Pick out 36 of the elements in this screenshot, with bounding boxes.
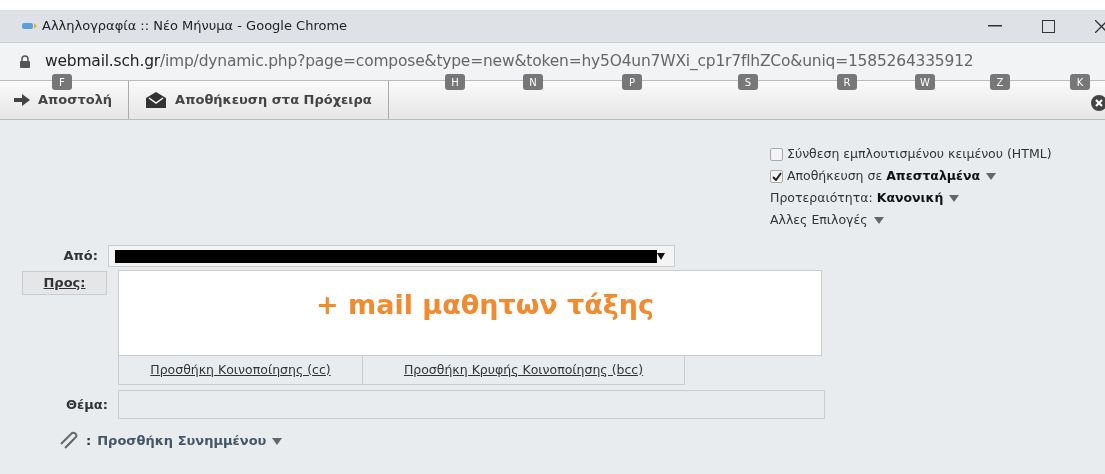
shortcut-key-badge: P [622,74,642,90]
envelope-icon [145,91,168,109]
annotation-text: + mail μαθητων τάξης [315,288,654,322]
from-label: Από: [62,247,99,266]
lock-icon [20,55,30,68]
option-label[interactable]: Αλλες Επιλογές [770,210,868,230]
caret-icon [657,252,665,260]
site-logo-icon [22,22,38,30]
window-title: Αλληλογραφία :: Νέο Μήνυμα - Google Chrome [42,17,348,36]
checkbox-label[interactable]: Σύνθεση εμπλουτισμένου κειμένου (HTML) [787,144,1052,164]
shortcut-key-badge: Z [990,74,1010,90]
to-button[interactable]: Προς: [22,270,107,295]
shortcut-key-badge: H [445,74,465,90]
shortcut-key-badge: R [837,74,857,90]
caret-icon [272,437,283,445]
arrow-icon [14,94,30,106]
minimize-icon[interactable] [988,25,1002,27]
separator-text: : [86,432,92,451]
checkbox[interactable] [770,169,783,183]
option-label[interactable]: Προτεραιότητα: Κανονική [770,188,944,208]
shortcut-key-badge: N [523,74,543,90]
checkbox-label[interactable]: Αποθήκευση σε Απεσταλμένα [787,166,981,186]
add-bcc-link[interactable]: Προσθήκη Κρυφής Κοινοποίησης (bcc) [363,356,685,385]
paperclip-icon [58,431,80,451]
shortcut-key-badge: W [915,74,935,90]
add-cc-link[interactable]: Προσθήκη Κοινοποίησης (cc) [118,356,363,385]
maximize-icon[interactable] [1042,19,1055,33]
checkbox[interactable] [770,147,783,161]
subject-label: Θέμα: [65,395,109,414]
shortcut-key-badge: F [52,74,72,90]
shortcut-key-badge: K [1070,74,1090,90]
save-draft-button[interactable]: Αποθήκευση στα Πρόχειρα [129,81,389,119]
close-icon[interactable] [1091,95,1105,111]
close-icon[interactable] [1095,19,1105,33]
shortcut-key-badge: S [738,74,758,90]
add-attachment-link[interactable]: Προσθήκη Συνημμένου [97,431,267,451]
